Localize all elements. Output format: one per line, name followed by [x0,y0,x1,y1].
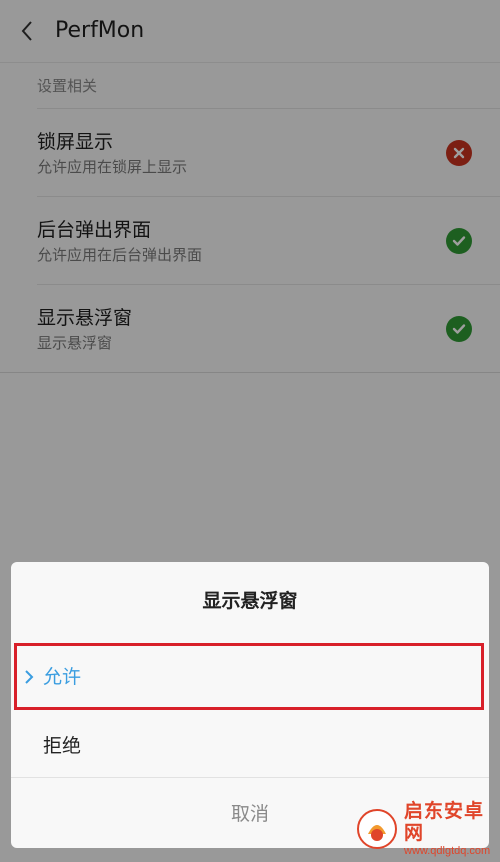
option-deny[interactable]: 拒绝 [11,712,489,779]
watermark-name: 启东安卓网 [404,800,485,844]
highlight-annotation [14,643,484,710]
watermark-logo-icon [356,808,398,850]
dialog-title: 显示悬浮窗 [202,590,298,612]
watermark-url: www.qdlgtdq.com [404,845,491,857]
option-label: 拒绝 [43,735,82,757]
watermark: 启东安卓网 www.qdlgtdq.com [356,798,496,860]
